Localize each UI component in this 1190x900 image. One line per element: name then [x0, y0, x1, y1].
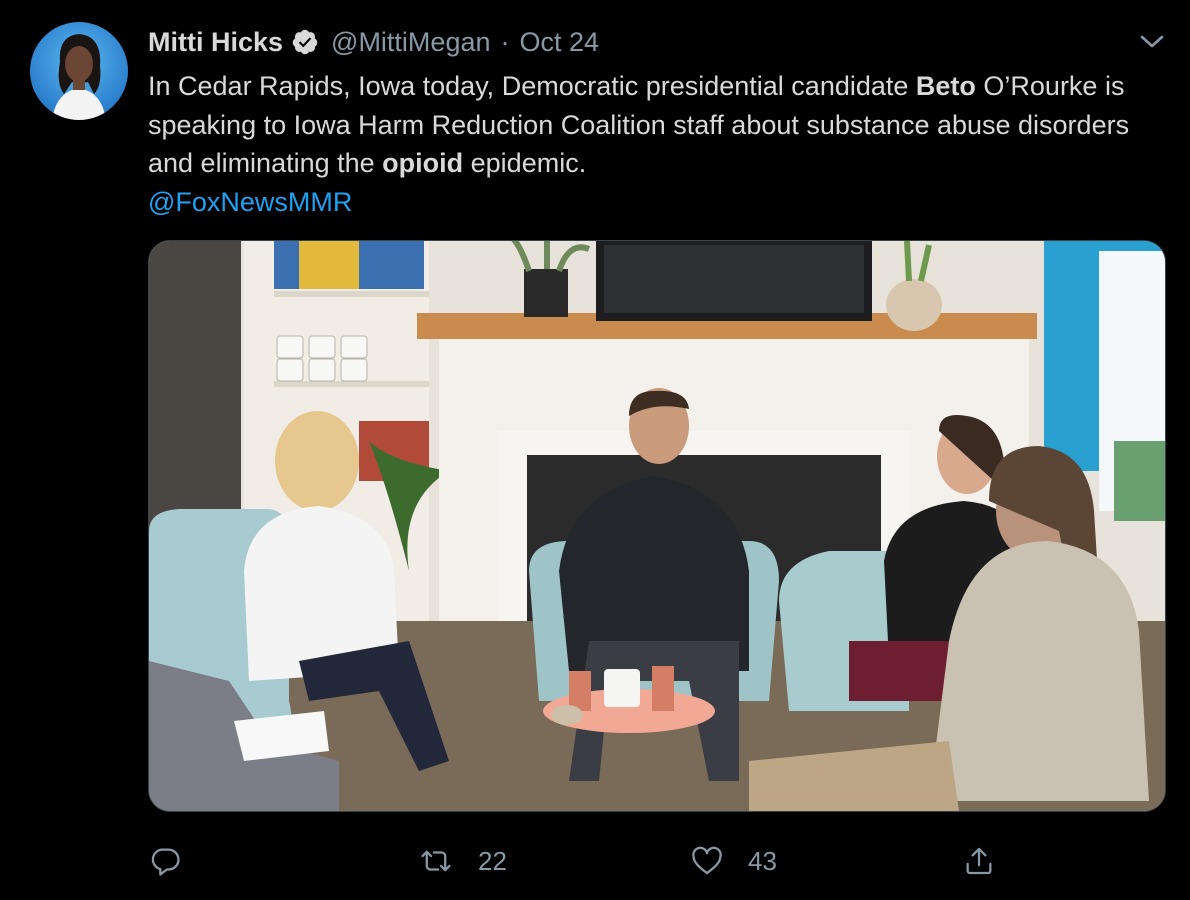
photo-illustration — [149, 241, 1165, 811]
hashtag-beto[interactable]: Beto — [916, 71, 976, 101]
retweet-icon — [421, 850, 451, 872]
retweet-count: 22 — [478, 845, 507, 876]
reply-icon — [151, 848, 180, 876]
author-name[interactable]: Mitti Hicks — [148, 27, 283, 58]
verified-badge-icon — [292, 29, 318, 55]
tweet-text-segment: epidemic. — [463, 148, 587, 178]
tweet-photo[interactable] — [148, 240, 1166, 812]
tweet-text: In Cedar Rapids, Iowa today, Democratic … — [148, 67, 1148, 221]
separator-dot: · — [500, 26, 510, 57]
tweet-header: Mitti Hicks @MittiMegan · Oct 24 — [148, 24, 599, 60]
mention-link[interactable]: @FoxNewsMMR — [148, 187, 352, 217]
chevron-down-icon[interactable] — [1136, 30, 1168, 54]
tweet-text-segment: In Cedar Rapids, Iowa today, Democratic … — [148, 71, 916, 101]
author-handle[interactable]: @MittiMegan — [331, 27, 490, 58]
heart-icon — [692, 846, 722, 875]
hashtag-opioid[interactable]: opioid — [382, 148, 463, 178]
retweet-button[interactable]: 22 — [418, 838, 507, 884]
share-icon — [966, 847, 992, 875]
avatar[interactable] — [30, 22, 128, 120]
tweet-date[interactable]: Oct 24 — [520, 27, 600, 58]
like-count: 43 — [748, 845, 777, 876]
reply-button[interactable] — [148, 838, 182, 884]
tweet-actions: 22 43 — [0, 838, 1190, 884]
like-button[interactable]: 43 — [690, 838, 777, 884]
avatar-image — [30, 22, 128, 120]
share-button[interactable] — [962, 838, 996, 884]
